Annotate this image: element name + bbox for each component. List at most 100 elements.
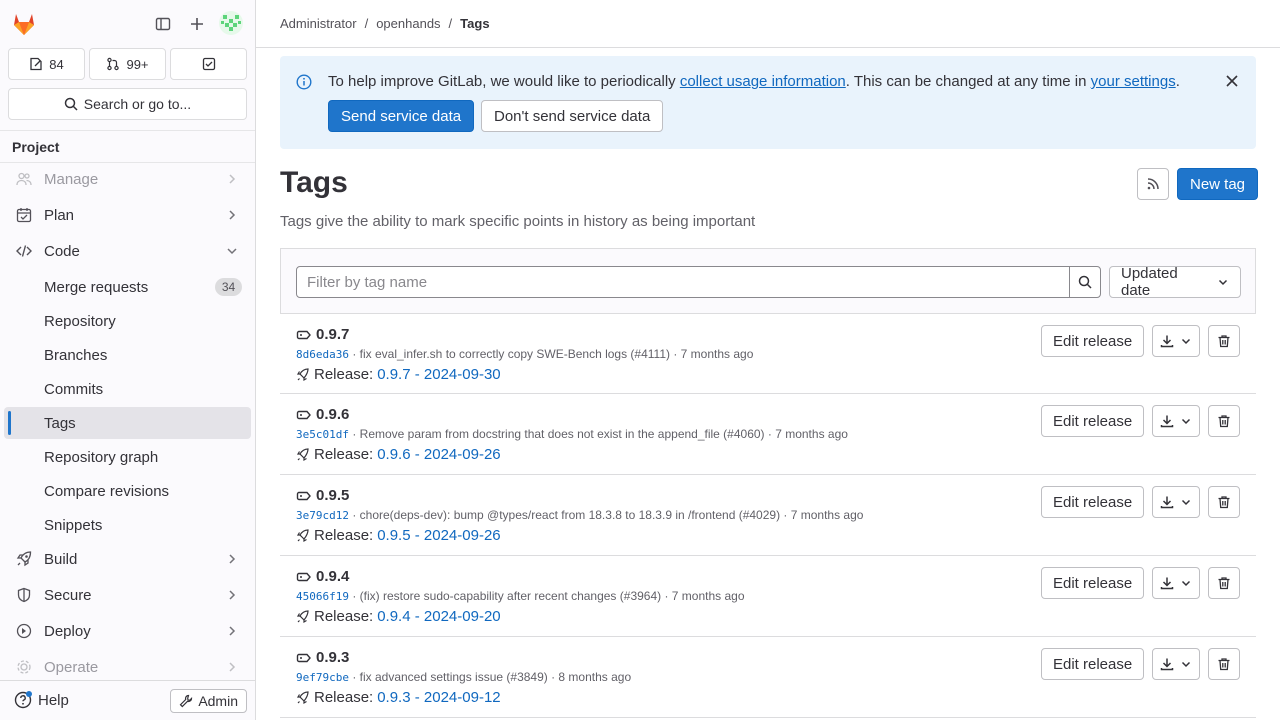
chevron-right-icon [225,208,239,222]
tag-icon [296,569,312,585]
nav-plan[interactable]: Plan [4,199,251,231]
tag-filter-input[interactable]: Filter by tag name [296,266,1070,298]
download-icon [1160,414,1174,428]
download-dropdown[interactable] [1152,567,1200,599]
tag-row: 0.9.7 8d6eda36 · fix eval_infer.sh to cor… [280,313,1256,394]
commit-sha-link[interactable]: 3e79cd12 [296,509,349,522]
todos-counter[interactable] [170,48,247,80]
sidebar-toggle-icon[interactable] [151,12,175,36]
trash-icon [1217,334,1231,348]
tag-release: Release: 0.9.3 - 2024-09-12 [296,689,501,706]
nav-secure[interactable]: Secure [4,579,251,611]
filter-search-button[interactable] [1069,266,1101,298]
plus-icon[interactable] [185,12,209,36]
delete-tag-button[interactable] [1208,567,1240,599]
commit-sha-link[interactable]: 9ef79cbe [296,671,349,684]
nav-code[interactable]: Code [4,235,251,267]
merge-requests-counter[interactable]: 99+ [89,48,166,80]
rocket-icon [296,609,310,624]
delete-tag-button[interactable] [1208,325,1240,357]
release-link[interactable]: 0.9.5 - 2024-09-26 [377,527,500,544]
download-icon [1160,495,1174,509]
issues-count: 84 [49,56,64,72]
help-button[interactable]: Help [14,691,69,709]
nav-tags[interactable]: Tags [4,407,251,439]
users-icon [16,171,32,187]
info-icon [296,74,312,90]
nav-secure-label: Secure [44,586,92,604]
trash-icon [1217,414,1231,428]
release-link[interactable]: 0.9.7 - 2024-09-30 [377,366,500,383]
breadcrumb-administrator[interactable]: Administrator [280,16,357,31]
section-header: Project [12,139,60,155]
rocket-icon [296,528,310,543]
avatar[interactable] [219,11,243,35]
breadcrumb-current[interactable]: Tags [460,16,489,31]
nav-compare-revisions[interactable]: Compare revisions [4,475,251,507]
edit-release-button[interactable]: Edit release [1041,486,1145,518]
admin-button[interactable]: Admin [170,689,247,713]
tag-name[interactable]: 0.9.3 [296,649,349,666]
sort-dropdown[interactable]: Updated date [1109,265,1241,299]
dont-send-service-data-button[interactable]: Don't send service data [481,100,664,132]
delete-tag-button[interactable] [1208,405,1240,437]
delete-tag-button[interactable] [1208,648,1240,680]
edit-release-button[interactable]: Edit release [1041,405,1145,437]
nav-deploy[interactable]: Deploy [4,615,251,647]
download-dropdown[interactable] [1152,486,1200,518]
tag-name[interactable]: 0.9.5 [296,487,349,504]
tag-icon [296,327,312,343]
gitlab-logo-icon[interactable] [10,10,38,38]
search-label: Search or go to... [83,96,192,112]
release-link[interactable]: 0.9.4 - 2024-09-20 [377,608,500,625]
download-dropdown[interactable] [1152,325,1200,357]
download-dropdown[interactable] [1152,405,1200,437]
send-service-data-button[interactable]: Send service data [328,100,475,132]
rss-button[interactable] [1137,168,1169,200]
sidebar-top [0,0,255,46]
delete-tag-button[interactable] [1208,486,1240,518]
download-dropdown[interactable] [1152,648,1200,680]
commit-sha-link[interactable]: 45066f19 [296,590,349,603]
nav-operate[interactable]: Operate [4,651,251,680]
new-tag-button[interactable]: New tag [1177,168,1259,200]
tag-icon [296,407,312,423]
collect-usage-link[interactable]: collect usage information [680,73,846,90]
edit-release-button[interactable]: Edit release [1041,325,1145,357]
nav-build[interactable]: Build [4,543,251,575]
main-content: Administrator / openhands / Tags To help… [256,0,1280,720]
issues-counter[interactable]: 84 [8,48,85,80]
tag-name[interactable]: 0.9.7 [296,326,349,343]
nav-commits[interactable]: Commits [4,373,251,405]
alert-text-after: . [1175,73,1180,90]
nav-snippets[interactable]: Snippets [4,509,251,541]
tag-icon [296,650,312,666]
project-nav: Manage Plan Code Merge requests 34 Repos… [0,162,255,680]
commit-sha-link[interactable]: 3e5c01df [296,428,349,441]
release-link[interactable]: 0.9.3 - 2024-09-12 [377,689,500,706]
release-label: Release: [314,689,374,706]
nav-merge-requests[interactable]: Merge requests 34 [4,271,251,303]
chevron-down-icon [1180,496,1192,508]
edit-release-button[interactable]: Edit release [1041,648,1145,680]
edit-release-button[interactable]: Edit release [1041,567,1145,599]
your-settings-link[interactable]: your settings [1091,73,1176,90]
tag-name[interactable]: 0.9.6 [296,406,349,423]
release-link[interactable]: 0.9.6 - 2024-09-26 [377,446,500,463]
nav-repository-graph[interactable]: Repository graph [4,441,251,473]
rocket-icon [296,690,310,705]
help-label: Help [38,691,69,709]
search-button[interactable]: Search or go to... [8,88,247,120]
chevron-right-icon [225,660,239,674]
commit-sha-link[interactable]: 8d6eda36 [296,348,349,361]
help-icon [14,691,32,709]
nav-repository[interactable]: Repository [4,305,251,337]
breadcrumb-openhands[interactable]: openhands [376,16,440,31]
tag-name[interactable]: 0.9.4 [296,568,349,585]
nav-branches[interactable]: Branches [4,339,251,371]
nav-manage[interactable]: Manage [4,163,251,195]
code-icon [16,243,32,259]
alert-text-before: To help improve GitLab, we would like to… [328,73,680,90]
breadcrumb-separator: / [364,16,369,31]
close-icon[interactable] [1224,73,1240,89]
